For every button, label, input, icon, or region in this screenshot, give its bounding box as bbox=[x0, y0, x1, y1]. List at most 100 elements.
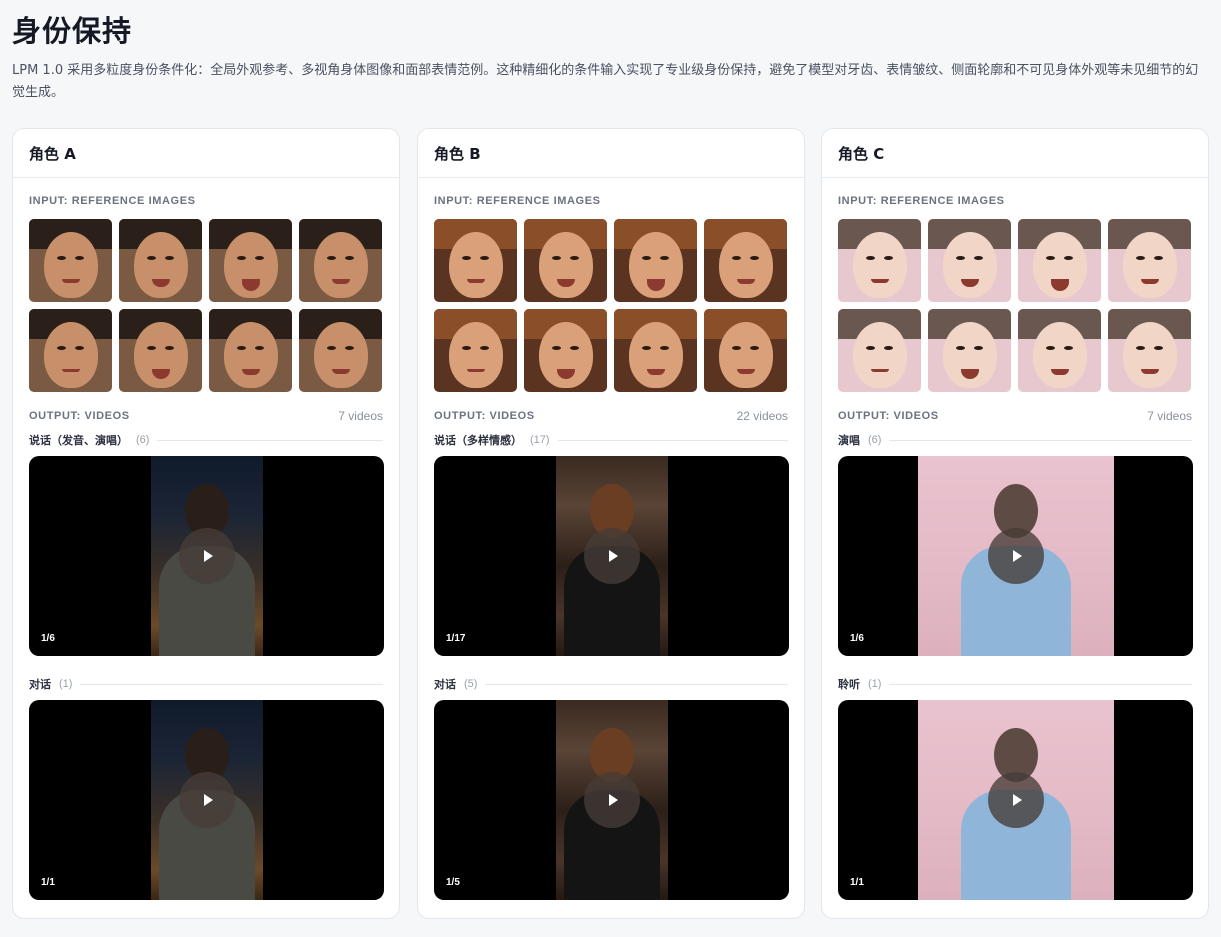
face-shape bbox=[313, 321, 368, 388]
face-shape bbox=[852, 231, 907, 298]
mouth-shape bbox=[331, 278, 350, 284]
play-button[interactable] bbox=[987, 528, 1044, 584]
category-count: (6) bbox=[136, 434, 150, 446]
eye-shape bbox=[1064, 345, 1073, 350]
reference-image[interactable] bbox=[614, 309, 697, 392]
mouth-shape bbox=[1140, 278, 1159, 284]
eye-shape bbox=[75, 255, 84, 260]
reference-image[interactable] bbox=[29, 219, 112, 302]
eye-shape bbox=[462, 345, 471, 350]
eye-shape bbox=[732, 345, 741, 350]
video-player[interactable]: 1/6 bbox=[29, 456, 384, 656]
video-index: 1/6 bbox=[850, 633, 864, 644]
reference-image[interactable] bbox=[119, 309, 202, 392]
video-index: 1/6 bbox=[41, 633, 55, 644]
video-index: 1/5 bbox=[446, 877, 460, 888]
reference-image[interactable] bbox=[119, 219, 202, 302]
eye-shape bbox=[57, 345, 66, 350]
video-player[interactable]: 1/17 bbox=[434, 456, 789, 656]
divider bbox=[889, 439, 1192, 441]
reference-image[interactable] bbox=[928, 219, 1011, 302]
reference-image[interactable] bbox=[209, 219, 292, 302]
play-icon bbox=[1012, 550, 1022, 562]
face-shape bbox=[1032, 321, 1087, 388]
play-button[interactable] bbox=[178, 528, 235, 584]
reference-image[interactable] bbox=[524, 309, 607, 392]
reference-image[interactable] bbox=[838, 309, 921, 392]
video-count: 7 videos bbox=[1147, 409, 1192, 423]
play-icon bbox=[608, 550, 618, 562]
reference-image[interactable] bbox=[928, 309, 1011, 392]
eye-shape bbox=[327, 345, 336, 350]
face-shape bbox=[1122, 321, 1177, 388]
video-category: 演唱 (6) bbox=[838, 432, 1192, 448]
face-shape bbox=[43, 231, 98, 298]
reference-image[interactable] bbox=[704, 309, 787, 392]
category-count: (17) bbox=[530, 434, 550, 446]
output-label: OUTPUT: VIDEOS bbox=[29, 410, 130, 422]
mouth-shape bbox=[466, 368, 485, 372]
category-title: 对话 bbox=[434, 678, 456, 691]
face-shape bbox=[1122, 231, 1177, 298]
reference-image[interactable] bbox=[1108, 219, 1191, 302]
eye-shape bbox=[255, 345, 264, 350]
reference-image[interactable] bbox=[614, 219, 697, 302]
eye-shape bbox=[974, 345, 983, 350]
mouth-shape bbox=[61, 278, 80, 283]
reference-image[interactable] bbox=[299, 219, 382, 302]
category-count: (6) bbox=[868, 434, 882, 446]
play-button[interactable] bbox=[583, 528, 640, 584]
video-count: 22 videos bbox=[736, 409, 788, 423]
category-title: 聆听 bbox=[838, 678, 860, 691]
reference-image[interactable] bbox=[434, 309, 517, 392]
eye-shape bbox=[345, 255, 354, 260]
eye-shape bbox=[866, 345, 875, 350]
reference-image[interactable] bbox=[1018, 219, 1101, 302]
face-shape bbox=[628, 321, 683, 388]
eye-shape bbox=[974, 255, 983, 260]
video-index: 1/1 bbox=[850, 877, 864, 888]
reference-image[interactable] bbox=[1018, 309, 1101, 392]
video-index: 1/1 bbox=[41, 877, 55, 888]
video-player[interactable]: 1/6 bbox=[838, 456, 1193, 656]
reference-image[interactable] bbox=[29, 309, 112, 392]
play-button[interactable] bbox=[987, 772, 1044, 828]
card-title: 角色 B bbox=[418, 129, 804, 178]
reference-image[interactable] bbox=[524, 219, 607, 302]
reference-image[interactable] bbox=[1108, 309, 1191, 392]
eye-shape bbox=[165, 255, 174, 260]
eye-shape bbox=[866, 255, 875, 260]
reference-image[interactable] bbox=[838, 219, 921, 302]
video-player[interactable]: 1/5 bbox=[434, 700, 789, 900]
play-button[interactable] bbox=[178, 772, 235, 828]
category-count: (5) bbox=[464, 678, 478, 690]
play-button[interactable] bbox=[583, 772, 640, 828]
face-shape bbox=[718, 321, 773, 388]
eye-shape bbox=[480, 255, 489, 260]
video-player[interactable]: 1/1 bbox=[29, 700, 384, 900]
play-icon bbox=[203, 550, 213, 562]
face-shape bbox=[718, 231, 773, 298]
eye-shape bbox=[750, 345, 759, 350]
output-label: OUTPUT: VIDEOS bbox=[434, 410, 535, 422]
divider bbox=[80, 683, 383, 685]
eye-shape bbox=[165, 345, 174, 350]
mouth-shape bbox=[466, 278, 485, 283]
category-title: 说话（多样情感） bbox=[434, 434, 522, 447]
face-shape bbox=[448, 321, 503, 388]
reference-image[interactable] bbox=[299, 309, 382, 392]
divider bbox=[485, 683, 788, 685]
reference-image[interactable] bbox=[704, 219, 787, 302]
face-shape bbox=[942, 231, 997, 298]
eye-shape bbox=[642, 345, 651, 350]
eye-shape bbox=[1136, 255, 1145, 260]
reference-image[interactable] bbox=[434, 219, 517, 302]
video-category: 对话 (1) bbox=[29, 676, 383, 692]
category-count: (1) bbox=[868, 678, 882, 690]
category-count: (1) bbox=[59, 678, 73, 690]
video-player[interactable]: 1/1 bbox=[838, 700, 1193, 900]
character-card: 角色 B INPUT: REFERENCE IMAGES OUTPUT: VIDEO… bbox=[417, 128, 805, 919]
reference-image[interactable] bbox=[209, 309, 292, 392]
eye-shape bbox=[1154, 255, 1163, 260]
page-title: 身份保持 bbox=[12, 14, 133, 48]
